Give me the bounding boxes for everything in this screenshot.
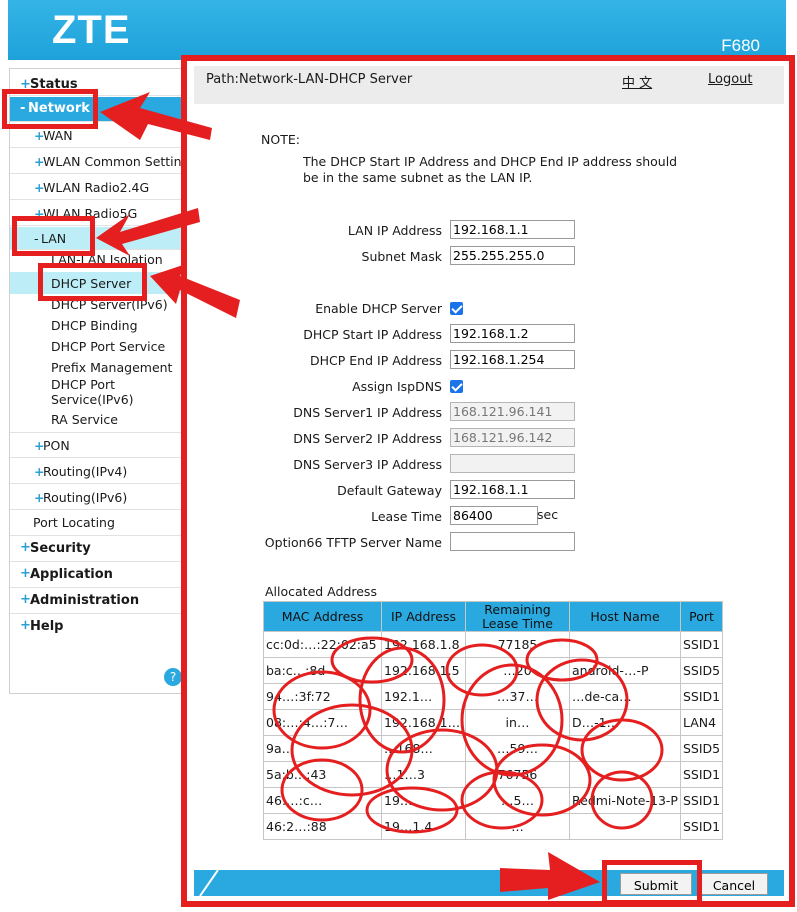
redaction-scribble [272,636,664,834]
arrow-icon [150,264,240,318]
arrow-icon [100,92,212,140]
arrow-icon [500,852,600,900]
arrow-icon [96,208,200,256]
